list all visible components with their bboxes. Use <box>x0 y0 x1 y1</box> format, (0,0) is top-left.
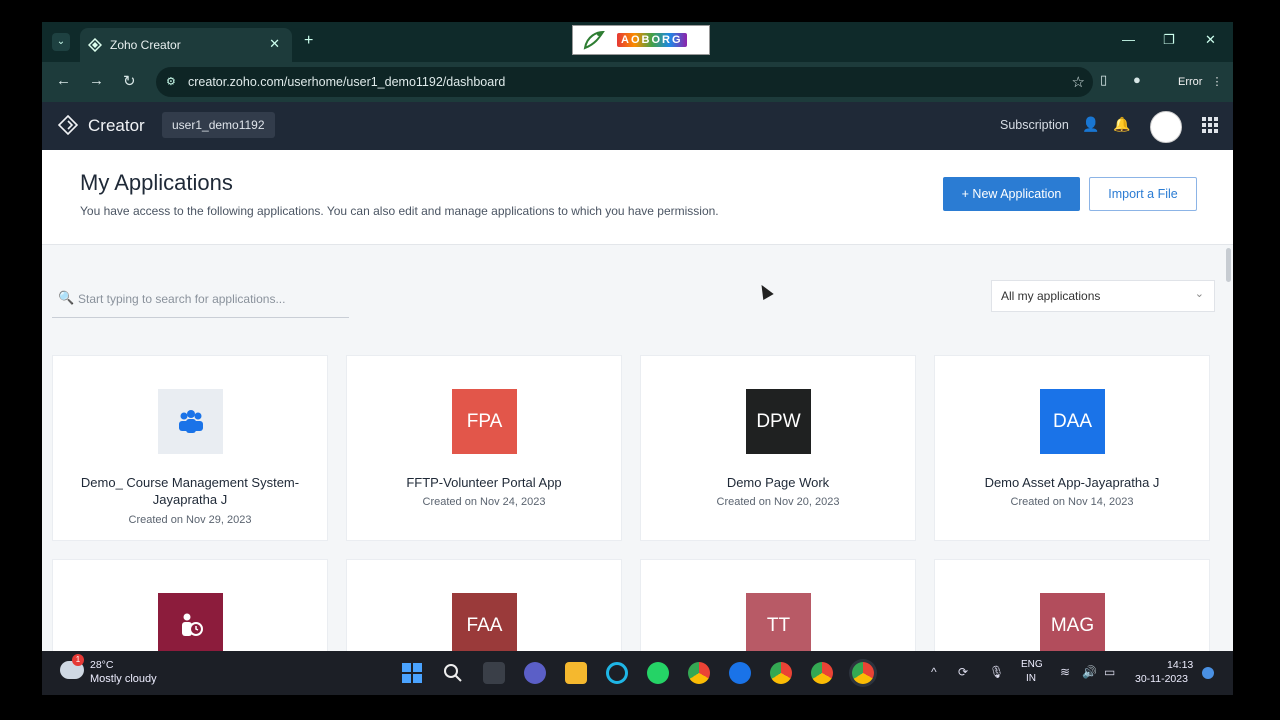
scrollbar-thumb[interactable] <box>1226 248 1231 282</box>
weather-description[interactable]: Mostly cloudy <box>90 673 157 685</box>
side-panel-icon[interactable]: ▯ <box>1100 72 1107 88</box>
app-header: Creator user1_demo1192 Subscription 👤 🔔 <box>42 102 1233 150</box>
zoho-favicon-icon <box>88 38 102 52</box>
browser-tab-zoho[interactable]: Zoho Creator ✕ <box>80 28 292 62</box>
language-region[interactable]: IN <box>1026 673 1036 684</box>
app-name[interactable]: FFTP-Volunteer Portal App <box>357 474 611 491</box>
site-info-icon[interactable]: ⚙ <box>166 75 176 88</box>
app-name[interactable]: Demo Page Work <box>651 474 905 491</box>
app-icon-tt: TT <box>746 593 811 658</box>
windows-taskbar: 1 28°C Mostly cloudy ^ ⟳ 🎙 ENG IN ≋ 🔊 ▭ … <box>42 651 1233 695</box>
profile-icon[interactable]: ● <box>1133 72 1141 87</box>
search-icon[interactable] <box>442 662 464 684</box>
search-bar: 🔍 <box>52 282 349 318</box>
app-created-date: Created on Nov 24, 2023 <box>422 496 546 508</box>
teams-chat-icon[interactable] <box>524 662 546 684</box>
address-bar[interactable]: ⚙ creator.zoho.com/userhome/user1_demo11… <box>156 67 1093 97</box>
app-card[interactable]: DPW Demo Page Work Created on Nov 20, 20… <box>640 355 916 541</box>
volume-icon[interactable]: 🔊 <box>1082 665 1097 679</box>
subscription-link[interactable]: Subscription <box>1000 118 1069 132</box>
chrome-icon[interactable] <box>688 662 710 684</box>
new-application-button[interactable]: + New Application <box>943 177 1080 211</box>
app-icon-fpa: FPA <box>452 389 517 454</box>
app-icon-dpw: DPW <box>746 389 811 454</box>
battery-icon[interactable]: ▭ <box>1104 665 1115 679</box>
bookmark-star-icon[interactable]: ☆ <box>1072 73 1085 91</box>
cortana-icon[interactable] <box>606 662 628 684</box>
weather-temperature[interactable]: 28°C <box>90 659 113 671</box>
chevron-up-icon[interactable]: ^ <box>931 665 937 679</box>
app-icon-mag: MAG <box>1040 593 1105 658</box>
wifi-icon[interactable]: ≋ <box>1060 665 1070 679</box>
app-name[interactable]: Demo_ Course Management System-Jayaprath… <box>63 474 317 508</box>
brand-logo: AOBORG <box>572 25 710 55</box>
forward-arrow-icon[interactable]: → <box>89 72 104 89</box>
app-card[interactable]: FPA FFTP-Volunteer Portal App Created on… <box>346 355 622 541</box>
app-icon-faa: FAA <box>452 593 517 658</box>
clock-date[interactable]: 30-11-2023 <box>1135 673 1188 685</box>
brand-logo-text: AOBORG <box>617 33 687 47</box>
weather-badge: 1 <box>72 654 84 666</box>
avatar[interactable] <box>1150 111 1182 143</box>
whatsapp-icon[interactable] <box>647 662 669 684</box>
page-description: You have access to the following applica… <box>80 204 719 218</box>
search-icon: 🔍 <box>58 290 75 305</box>
app-created-date: Created on Nov 20, 2023 <box>716 496 840 508</box>
windows-start-icon[interactable] <box>401 662 423 684</box>
leaf-logo-icon <box>583 30 605 50</box>
file-explorer-icon[interactable] <box>565 662 587 684</box>
app-grid-icon[interactable] <box>1202 117 1218 133</box>
profile-error-chip[interactable]: Error ⋮ <box>1172 69 1230 95</box>
clock-time[interactable]: 14:13 <box>1167 659 1193 671</box>
language-code[interactable]: ENG <box>1021 659 1043 670</box>
task-view-icon[interactable] <box>483 662 505 684</box>
browser-tab-strip: ⌄ Zoho Creator ✕ + AOBORG — ❐ ✕ <box>42 22 1233 62</box>
screen: ⌄ Zoho Creator ✕ + AOBORG — ❐ ✕ ← → ↻ ⚙ … <box>42 22 1233 695</box>
user-settings-icon[interactable]: 👤 <box>1082 116 1099 133</box>
page-header: My Applications You have access to the f… <box>42 150 1233 245</box>
skype-icon[interactable] <box>729 662 751 684</box>
tab-search-chevron-icon[interactable]: ⌄ <box>52 33 70 51</box>
filter-selected-value: All my applications <box>1001 289 1101 303</box>
app-created-date: Created on Nov 29, 2023 <box>128 514 252 526</box>
new-tab-icon[interactable]: + <box>304 32 313 50</box>
workspace-user-chip[interactable]: user1_demo1192 <box>162 112 275 138</box>
people-group-icon <box>158 389 223 454</box>
app-card[interactable]: Demo_ Course Management System-Jayaprath… <box>52 355 328 541</box>
error-label: Error <box>1178 76 1203 88</box>
scrollbar[interactable] <box>1224 244 1233 695</box>
tab-title: Zoho Creator <box>110 38 181 52</box>
notification-icon[interactable] <box>1202 667 1214 679</box>
import-file-button[interactable]: Import a File <box>1089 177 1197 211</box>
chrome-profile-icon[interactable] <box>770 662 792 684</box>
app-name[interactable]: Demo Asset App-Jayapratha J <box>945 474 1199 491</box>
browser-toolbar: ← → ↻ ⚙ creator.zoho.com/userhome/user1_… <box>42 62 1233 102</box>
creator-logo-icon[interactable] <box>58 115 78 135</box>
person-clock-icon <box>158 593 223 658</box>
app-icon-daa: DAA <box>1040 389 1105 454</box>
app-card[interactable]: DAA Demo Asset App-Jayapratha J Created … <box>934 355 1210 541</box>
close-tab-icon[interactable]: ✕ <box>269 36 280 52</box>
reload-icon[interactable]: ↻ <box>123 72 136 90</box>
mouse-cursor-icon <box>756 281 774 301</box>
applications-filter-dropdown[interactable]: All my applications ⌄ <box>991 280 1215 312</box>
url-text[interactable]: creator.zoho.com/userhome/user1_demo1192… <box>188 75 505 89</box>
app-created-date: Created on Nov 14, 2023 <box>1010 496 1134 508</box>
microphone-icon[interactable]: 🎙 <box>989 665 1004 679</box>
kebab-menu-icon[interactable]: ⋮ <box>1212 76 1223 88</box>
sync-icon[interactable]: ⟳ <box>958 665 968 679</box>
close-window-icon[interactable]: ✕ <box>1205 32 1216 48</box>
bell-icon[interactable]: 🔔 <box>1113 116 1130 133</box>
chevron-down-icon: ⌄ <box>1194 288 1204 300</box>
page-title: My Applications <box>80 170 233 195</box>
minimize-icon[interactable]: — <box>1122 32 1135 47</box>
search-input[interactable] <box>76 288 345 310</box>
app-name[interactable]: Creator <box>88 116 145 136</box>
restore-icon[interactable]: ❐ <box>1163 32 1175 48</box>
chrome-profile-icon[interactable] <box>811 662 833 684</box>
back-arrow-icon[interactable]: ← <box>56 72 71 89</box>
chrome-active-icon[interactable] <box>852 662 874 684</box>
